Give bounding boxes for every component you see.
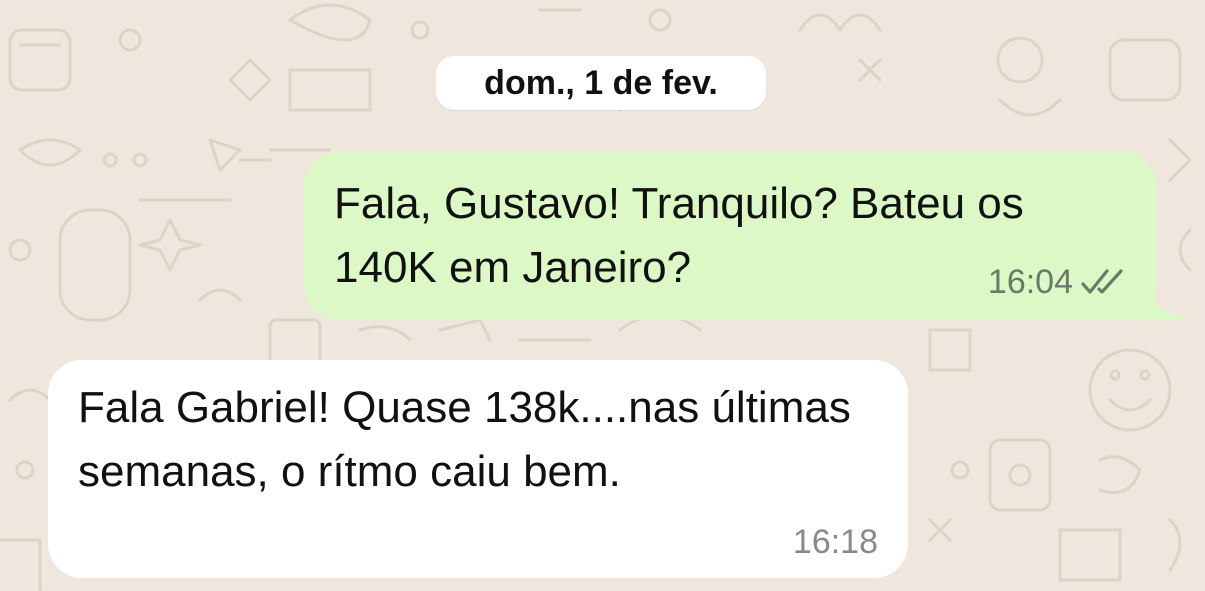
message-text: Fala Gabriel! Quase 138k....nas últimas …: [78, 383, 851, 496]
message-meta: 16:18: [793, 522, 878, 562]
message-time: 16:18: [792, 523, 878, 561]
double-check-icon: [1081, 269, 1123, 294]
outgoing-message[interactable]: Fala, Gustavo! Tranquilo? Bateu os 140K …: [304, 152, 1157, 320]
date-separator: dom., 1 de fev.: [436, 56, 766, 110]
message-meta: 16:04: [988, 262, 1127, 302]
incoming-message[interactable]: Fala Gabriel! Quase 138k....nas últimas …: [48, 360, 908, 578]
message-time: 16:04: [987, 263, 1073, 301]
